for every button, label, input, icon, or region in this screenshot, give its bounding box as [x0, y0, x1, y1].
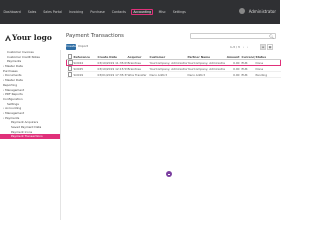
menu-sales[interactable]: Sales: [26, 9, 37, 15]
sidebar-item[interactable]: Payment Transactions: [0, 134, 60, 140]
logo-mark-icon: [5, 35, 11, 41]
company-logo[interactable]: Your logo: [5, 33, 52, 42]
user-menu[interactable]: Administrator: [238, 8, 276, 14]
table-cell: 0.00: [224, 71, 241, 78]
menu-dashboard[interactable]: Dashboard: [2, 9, 22, 15]
page-title: Payment Transactions: [66, 33, 124, 39]
user-name[interactable]: Administrator: [249, 9, 276, 14]
sidebar: Customer Invoices Customer Credit Notes Pa…: [0, 50, 61, 220]
menu-purchase[interactable]: Purchase: [89, 9, 106, 15]
avatar[interactable]: [238, 8, 245, 14]
search-icon[interactable]: 🔍︎: [269, 34, 274, 39]
list-view-icon[interactable]: ≡: [260, 44, 266, 50]
view-switcher: ≡ ▦: [260, 44, 273, 50]
menu-settings[interactable]: Settings: [171, 9, 187, 15]
table-cell: Pending: [254, 71, 281, 78]
chevron-left-icon[interactable]: ‹: [243, 45, 244, 49]
table-cell: Wire Transfer: [126, 71, 149, 78]
menu-accounting[interactable]: Accounting: [131, 9, 154, 15]
logo-text: Your logo: [12, 33, 52, 42]
table-cell: Deco Addict: [186, 71, 225, 78]
table-cell: EUR: [240, 71, 255, 78]
import-button[interactable]: Import: [78, 44, 88, 50]
search-input[interactable]: 🔍︎: [190, 33, 276, 39]
table-cell: Deco Addict: [148, 71, 187, 78]
create-button[interactable]: Create: [66, 44, 76, 50]
row-checkbox[interactable]: [66, 65, 73, 72]
menu-misc[interactable]: Misc: [157, 9, 167, 15]
main-content: Payment Transactions 🔍︎ Create Import 1-…: [62, 24, 281, 220]
chevron-right-icon[interactable]: ›: [247, 45, 248, 49]
top-navbar: Dashboard Sales Sales Portal Invoicing P…: [0, 0, 280, 24]
kanban-view-icon[interactable]: ▦: [267, 44, 273, 50]
logo-area: Your logo: [0, 24, 60, 50]
transactions-table: Reference Create Date Acquirer Customer …: [66, 54, 281, 78]
pager: 1-3 / 3 ‹ ›: [230, 45, 248, 49]
row-checkbox[interactable]: [66, 59, 73, 66]
menu-invoicing[interactable]: Invoicing: [67, 9, 84, 15]
chat-bubble-button[interactable]: [166, 171, 172, 177]
table-row[interactable]: SO019 03/01/2019 17:35:39 Wire Transfer Dec…: [66, 71, 281, 78]
select-all-checkbox[interactable]: [66, 54, 73, 60]
menu-sales-portal[interactable]: Sales Portal: [42, 9, 64, 15]
menu-contacts[interactable]: Contacts: [110, 9, 127, 15]
table-cell: SO019: [72, 71, 97, 78]
top-menu: Dashboard Sales Sales Portal Invoicing P…: [2, 9, 187, 15]
pager-value[interactable]: 1-3 / 3: [230, 45, 240, 49]
table-cell: 03/01/2019 17:35:39: [96, 71, 127, 78]
row-checkbox[interactable]: [66, 71, 73, 78]
